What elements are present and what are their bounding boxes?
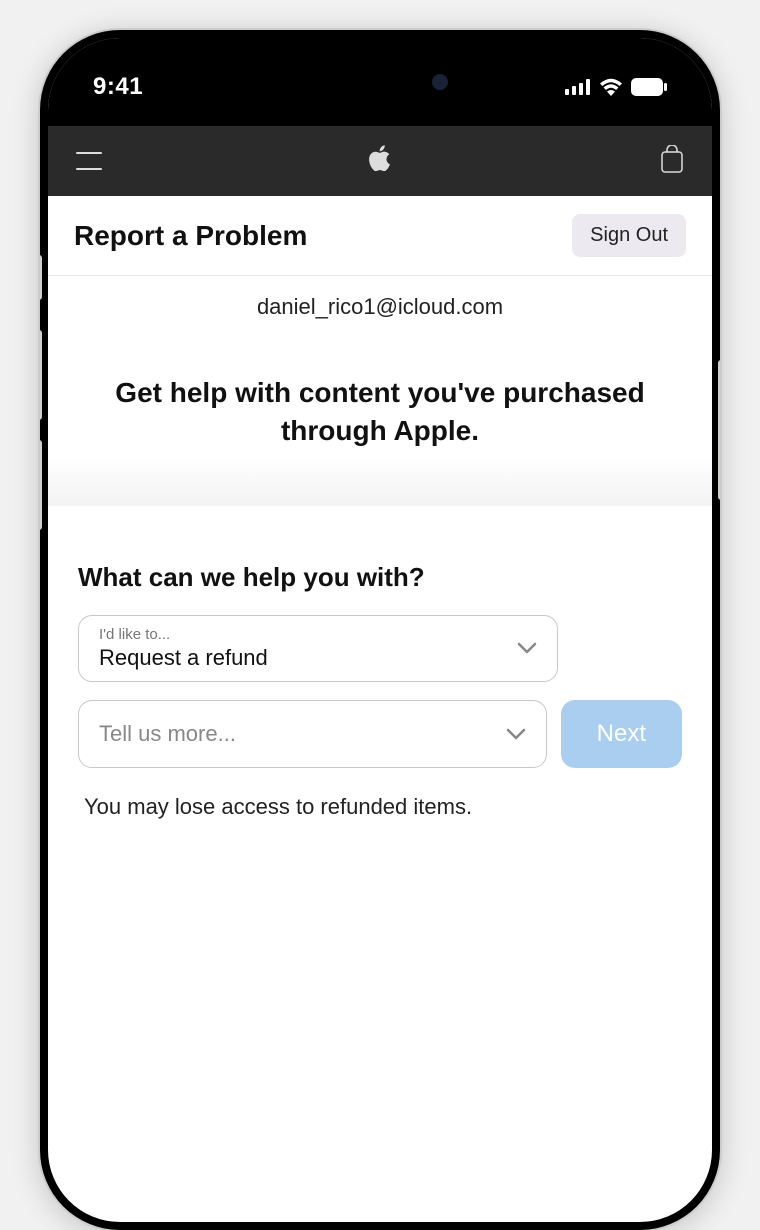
banner-heading: Get help with content you've purchased t… <box>108 374 652 450</box>
cellular-icon <box>565 79 591 95</box>
action-select[interactable]: I'd like to... Request a refund <box>78 615 558 682</box>
action-select-value: Request a refund <box>99 645 268 671</box>
form-heading: What can we help you with? <box>78 562 682 593</box>
menu-button[interactable] <box>76 152 102 170</box>
reason-row: Tell us more... Next <box>78 700 682 768</box>
nav-bar <box>48 126 712 196</box>
power-button <box>718 360 720 500</box>
front-camera-icon <box>432 74 448 90</box>
apple-logo-icon[interactable] <box>368 145 392 178</box>
dynamic-island <box>290 58 470 106</box>
disclaimer-text: You may lose access to refunded items. <box>78 794 682 820</box>
wifi-icon <box>599 78 623 96</box>
user-email: daniel_rico1@icloud.com <box>48 276 712 338</box>
battery-icon <box>631 78 667 96</box>
status-icons <box>565 78 667 96</box>
reason-placeholder: Tell us more... <box>99 721 236 747</box>
phone-screen: 9:41 <box>48 38 712 1222</box>
content-area: Report a Problem Sign Out daniel_rico1@i… <box>48 196 712 820</box>
volume-up-button <box>40 330 42 420</box>
phone-frame: 9:41 <box>40 30 720 1230</box>
help-banner: Get help with content you've purchased t… <box>48 338 712 506</box>
status-time: 9:41 <box>93 73 143 101</box>
side-button <box>40 255 42 300</box>
sign-out-button[interactable]: Sign Out <box>572 214 686 257</box>
shopping-bag-button[interactable] <box>660 145 684 178</box>
chevron-down-icon <box>517 642 537 654</box>
header-row: Report a Problem Sign Out <box>48 196 712 276</box>
reason-select[interactable]: Tell us more... <box>78 700 547 768</box>
next-button[interactable]: Next <box>561 700 682 768</box>
page-title: Report a Problem <box>74 220 307 252</box>
chevron-down-icon <box>506 728 526 740</box>
action-select-label: I'd like to... <box>99 626 268 643</box>
form-section: What can we help you with? I'd like to..… <box>48 506 712 820</box>
volume-down-button <box>40 440 42 530</box>
